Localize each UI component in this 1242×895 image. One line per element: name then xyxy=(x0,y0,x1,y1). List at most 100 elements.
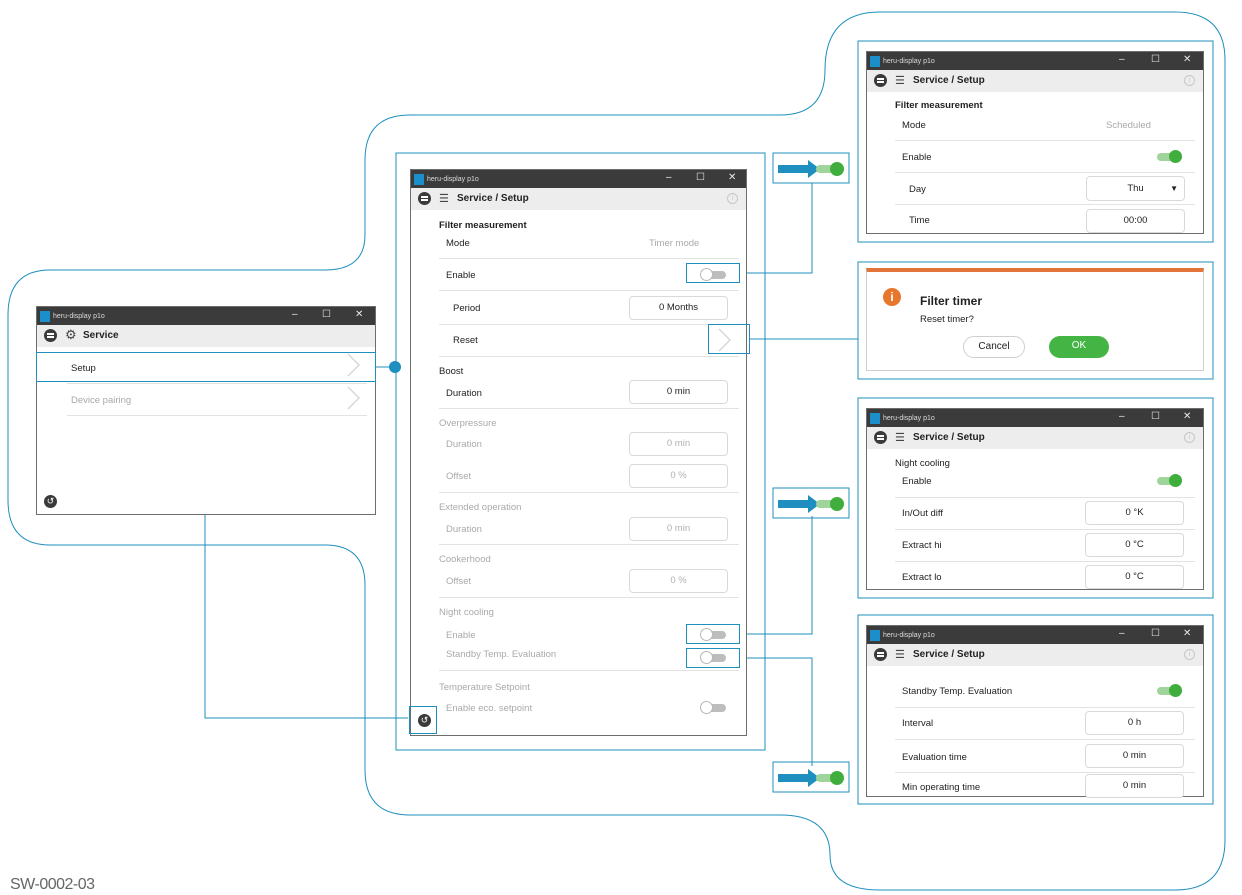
standby-label: Standby Temp. Evaluation xyxy=(446,649,557,660)
maximize-icon[interactable]: ☐ xyxy=(696,172,705,184)
maximize-icon[interactable]: ☐ xyxy=(1151,628,1160,640)
sliders-icon: ☰ xyxy=(895,649,905,661)
page-title: Service / Setup xyxy=(913,75,985,86)
over-offset-label: Offset xyxy=(446,471,472,482)
mode-value: Scheduled xyxy=(1106,120,1151,131)
app-icon xyxy=(870,55,880,67)
section-temp-setpoint: Temperature Setpoint xyxy=(439,682,530,693)
standby-toggle[interactable] xyxy=(1157,684,1182,697)
app-icon xyxy=(870,412,880,424)
menu-icon[interactable] xyxy=(44,329,57,342)
title-bar: heru-display p1o – ☐ ✕ xyxy=(411,170,746,188)
title-bar: heru-display p1o – ☐ ✕ xyxy=(867,409,1203,427)
close-icon[interactable]: ✕ xyxy=(1183,54,1191,66)
enable-label: Enable xyxy=(446,270,476,281)
dropdown-arrow-icon: ▼ xyxy=(1170,184,1178,193)
standby-label: Standby Temp. Evaluation xyxy=(902,686,1013,697)
close-icon[interactable]: ✕ xyxy=(1183,628,1191,640)
menu-icon[interactable] xyxy=(874,74,887,87)
close-icon[interactable]: ✕ xyxy=(1183,411,1191,423)
time-field[interactable]: 00:00 xyxy=(1086,209,1185,233)
ext-duration-field[interactable]: 0 min xyxy=(629,517,728,541)
period-field[interactable]: 0 Months xyxy=(629,296,728,320)
exlo-field[interactable]: 0 °C xyxy=(1085,565,1184,589)
over-duration-field[interactable]: 0 min xyxy=(629,432,728,456)
filter-enable-toggle[interactable] xyxy=(1157,150,1182,163)
mode-label: Mode xyxy=(902,120,926,131)
app-icon xyxy=(40,310,50,322)
over-offset-field[interactable]: 0 % xyxy=(629,464,728,488)
menu-icon[interactable] xyxy=(418,192,431,205)
section-overpressure: Overpressure xyxy=(439,418,497,429)
gear-icon: ⚙ xyxy=(65,327,77,342)
night-enable-label: Enable xyxy=(446,630,476,641)
back-icon[interactable]: ↺ xyxy=(44,495,57,508)
day-label: Day xyxy=(909,184,926,195)
page-title: Service / Setup xyxy=(913,649,985,660)
sliders-icon: ☰ xyxy=(439,193,449,205)
minimize-icon[interactable]: – xyxy=(1119,54,1125,66)
page-header: ☰ Service / Setup i xyxy=(867,427,1203,449)
ok-button[interactable]: OK xyxy=(1049,336,1109,358)
info-icon[interactable]: i xyxy=(1184,649,1195,660)
maximize-icon[interactable]: ☐ xyxy=(322,309,331,321)
cook-offset-field[interactable]: 0 % xyxy=(629,569,728,593)
exhi-field[interactable]: 0 °C xyxy=(1085,533,1184,557)
section-night-cooling: Night cooling xyxy=(439,607,494,618)
night-enable-toggle[interactable] xyxy=(1157,474,1182,487)
boost-duration-label: Duration xyxy=(446,388,482,399)
title-bar: heru-display p1o – ☐ ✕ xyxy=(867,626,1203,644)
section-filter: Filter measurement xyxy=(895,100,983,111)
info-icon[interactable]: i xyxy=(727,193,738,204)
day-value: Thu xyxy=(1127,183,1144,194)
inout-field[interactable]: 0 °K xyxy=(1085,501,1184,525)
minimize-icon[interactable]: – xyxy=(666,172,672,184)
night-cooling-window: heru-display p1o – ☐ ✕ ☰ Service / Setup… xyxy=(866,408,1204,590)
period-label: Period xyxy=(453,303,481,314)
minop-field[interactable]: 0 min xyxy=(1085,774,1184,798)
page-header: ☰ Service / Setup i xyxy=(867,70,1203,92)
enable-label: Enable xyxy=(902,152,932,163)
time-label: Time xyxy=(909,215,930,226)
app-name: heru-display p1o xyxy=(883,414,935,422)
maximize-icon[interactable]: ☐ xyxy=(1151,54,1160,66)
service-window: heru-display p1o – ☐ ✕ ⚙ Service Setup D… xyxy=(36,306,376,515)
minimize-icon[interactable]: – xyxy=(292,309,298,321)
minop-label: Min operating time xyxy=(902,782,981,793)
app-name: heru-display p1o xyxy=(53,312,105,320)
close-icon[interactable]: ✕ xyxy=(728,172,736,184)
evaltime-field[interactable]: 0 min xyxy=(1085,744,1184,768)
minimize-icon[interactable]: – xyxy=(1119,628,1125,640)
page-header: ☰ Service / Setup i xyxy=(867,644,1203,666)
highlight-filter-enable xyxy=(686,263,740,283)
evaltime-label: Evaluation time xyxy=(902,752,967,763)
menu-icon[interactable] xyxy=(874,431,887,444)
section-filter: Filter measurement xyxy=(439,220,527,231)
info-icon[interactable]: i xyxy=(1184,432,1195,443)
exhi-label: Extract hi xyxy=(902,540,942,551)
cancel-button[interactable]: Cancel xyxy=(963,336,1025,358)
page-header: ⚙ Service xyxy=(37,325,375,347)
reset-label: Reset xyxy=(453,335,478,346)
interval-field[interactable]: 0 h xyxy=(1085,711,1184,735)
standby-window: heru-display p1o – ☐ ✕ ☰ Service / Setup… xyxy=(866,625,1204,798)
title-bar: heru-display p1o – ☐ ✕ xyxy=(867,52,1203,70)
menu-item-device-pairing[interactable]: Device pairing xyxy=(71,395,131,406)
app-icon xyxy=(414,173,424,185)
eco-toggle[interactable] xyxy=(700,701,726,714)
app-name: heru-display p1o xyxy=(883,631,935,639)
section-cookerhood: Cookerhood xyxy=(439,554,491,565)
maximize-icon[interactable]: ☐ xyxy=(1151,411,1160,423)
page-title: Service / Setup xyxy=(913,432,985,443)
day-select[interactable]: Thu ▼ xyxy=(1086,176,1185,201)
boost-duration-field[interactable]: 0 min xyxy=(629,380,728,404)
info-icon[interactable]: i xyxy=(1184,75,1195,86)
close-icon[interactable]: ✕ xyxy=(355,309,363,321)
exlo-label: Extract lo xyxy=(902,572,942,583)
highlight-back xyxy=(409,706,437,734)
enable-label: Enable xyxy=(902,476,932,487)
menu-icon[interactable] xyxy=(874,648,887,661)
minimize-icon[interactable]: – xyxy=(1119,411,1125,423)
highlight-setup xyxy=(36,352,376,382)
section-night-cooling: Night cooling xyxy=(895,458,950,469)
